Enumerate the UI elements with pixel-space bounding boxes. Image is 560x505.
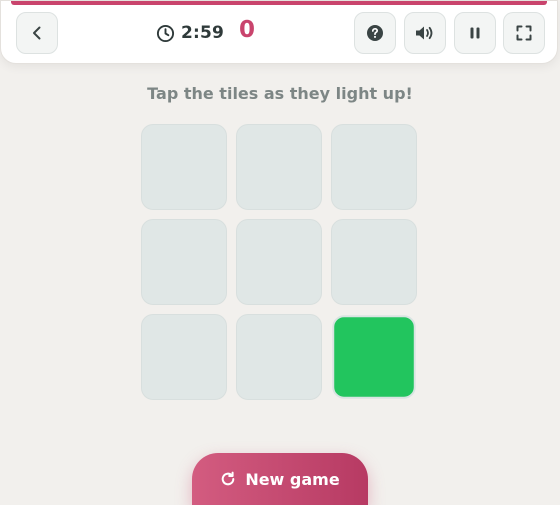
tile-1[interactable] [141,124,227,210]
new-game-label: New game [245,469,340,489]
timer-value: 2:59 [181,23,225,43]
tile-3[interactable] [331,124,417,210]
timer: 2:59 [156,21,224,45]
pause-button[interactable] [454,12,496,54]
tile-6[interactable] [331,219,417,305]
tile-8[interactable] [236,314,322,400]
chevron-left-icon [28,24,46,42]
speaker-icon [414,24,436,42]
back-button[interactable] [16,12,58,54]
top-bar: 2:59 0 [0,0,558,64]
question-circle-icon [366,24,384,42]
sound-button[interactable] [404,12,446,54]
tile-4[interactable] [141,219,227,305]
pause-icon [468,26,482,40]
tile-7[interactable] [141,314,227,400]
help-button[interactable] [354,12,396,54]
tile-9-lit[interactable] [332,315,416,399]
tile-2[interactable] [236,124,322,210]
restart-icon [220,471,245,487]
tile-grid [141,124,418,401]
instruction-text: Tap the tiles as they light up! [147,84,413,103]
fullscreen-button[interactable] [503,12,545,54]
new-game-button[interactable]: New game [192,453,368,505]
score-value: 0 [239,17,256,43]
tile-5[interactable] [236,219,322,305]
fullscreen-icon [516,25,532,41]
clock-icon [156,24,181,43]
